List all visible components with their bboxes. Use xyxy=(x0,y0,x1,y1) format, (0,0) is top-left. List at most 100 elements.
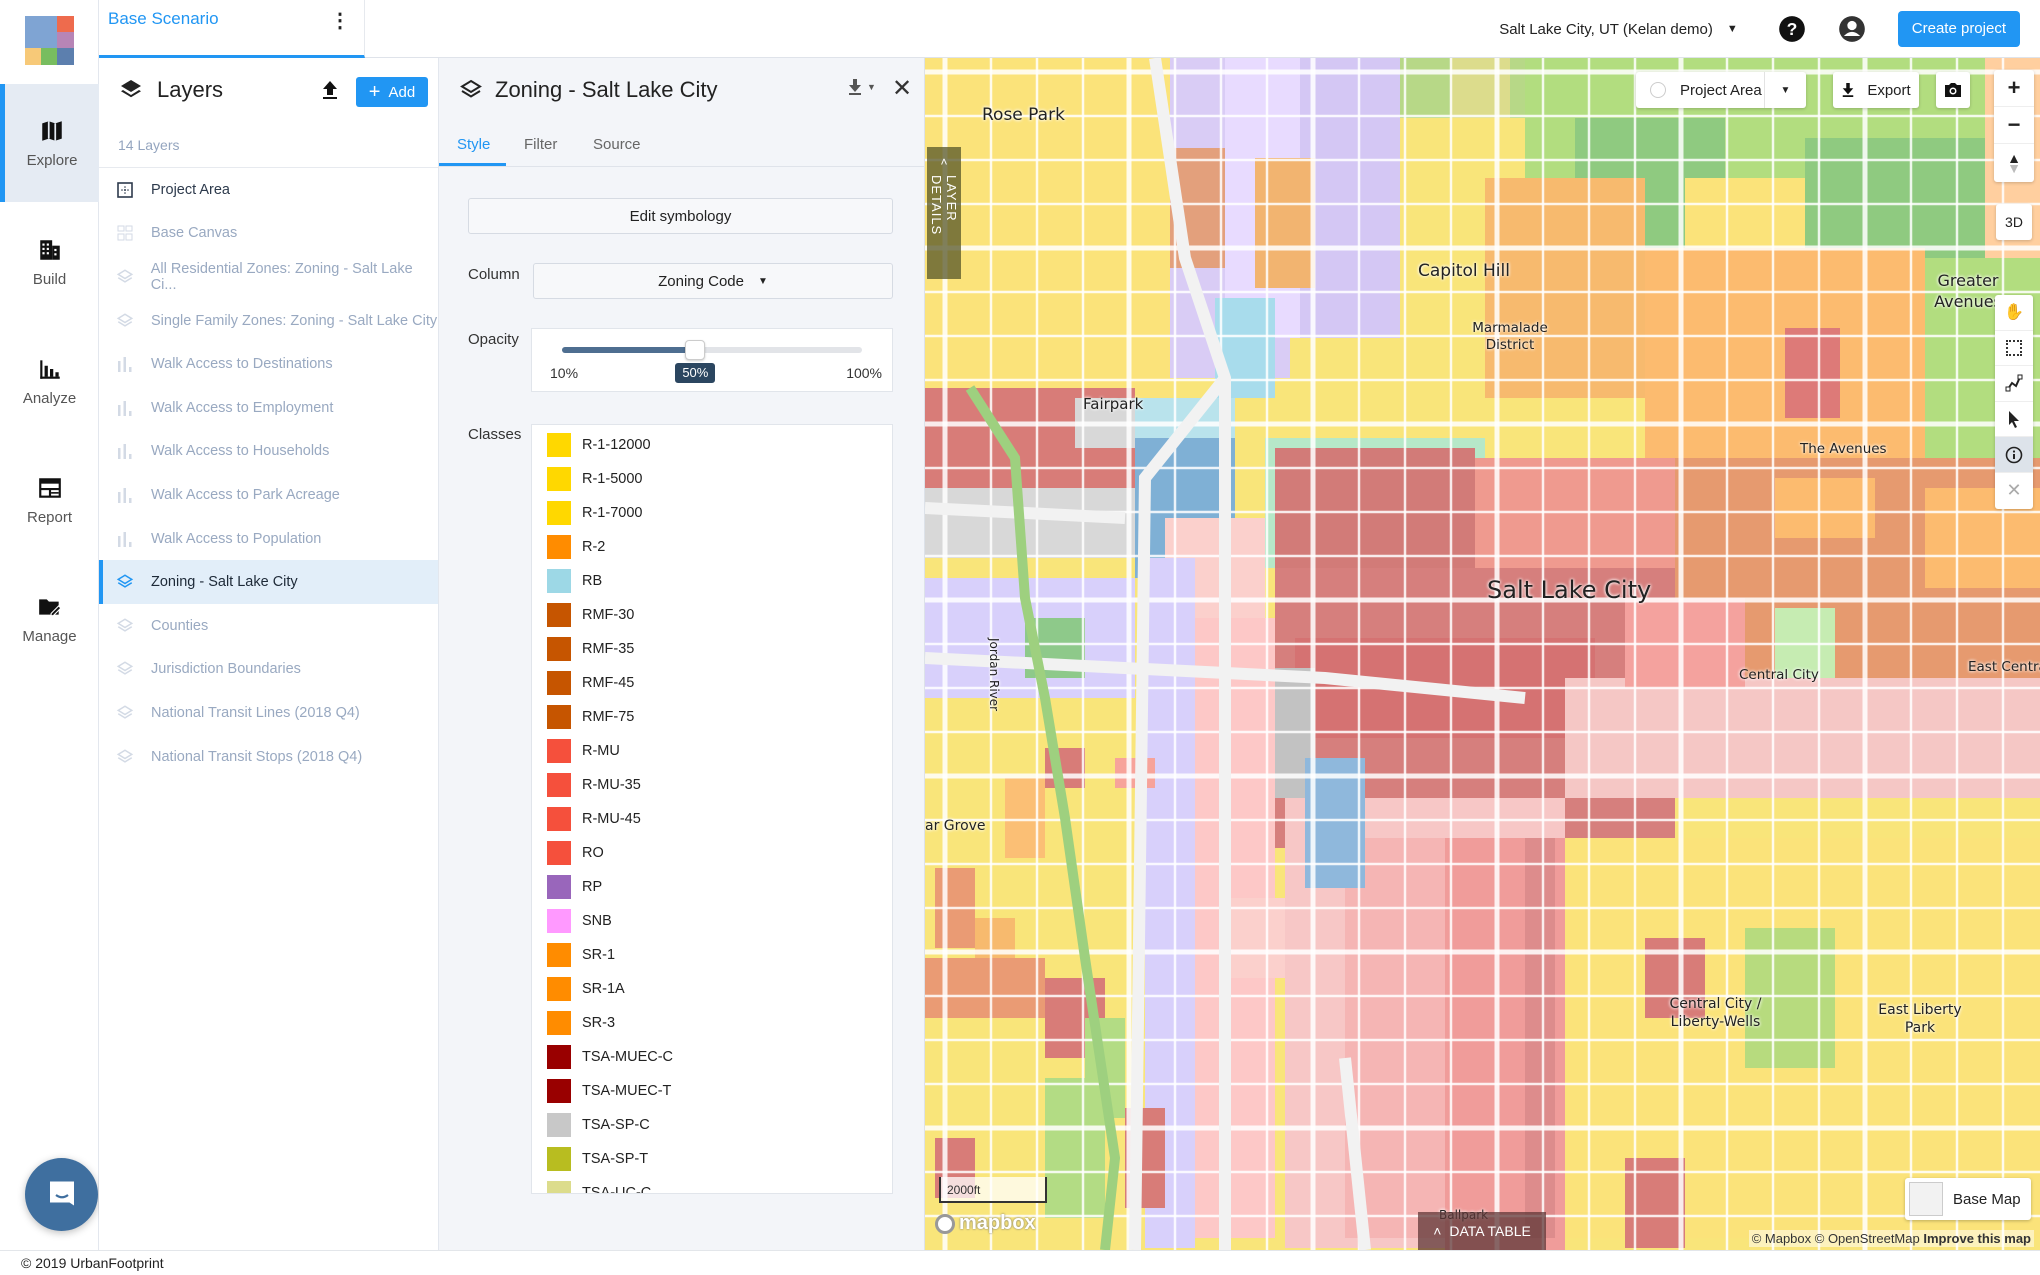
zoning-parcel[interactable] xyxy=(1225,898,1285,978)
zoom-in-button[interactable]: + xyxy=(1994,70,2034,107)
attribution-text[interactable]: © Mapbox © OpenStreetMap xyxy=(1752,1231,1920,1246)
zoning-map-canvas[interactable] xyxy=(925,58,2040,1250)
layer-item[interactable]: Walk Access to Employment xyxy=(99,386,438,430)
base-map-button[interactable]: Base Map xyxy=(1905,1178,2031,1220)
pan-tool-button[interactable]: ✋ xyxy=(1995,295,2033,331)
zoning-parcel[interactable] xyxy=(1255,158,1315,288)
nav-label: Manage xyxy=(22,627,77,645)
map-label: Central City / Liberty-Wells xyxy=(1669,996,1762,1030)
legend-class-item: SR-3 xyxy=(532,1006,892,1040)
info-icon xyxy=(2005,446,2023,463)
zoning-parcel[interactable] xyxy=(1450,58,1510,118)
zoning-parcel[interactable] xyxy=(925,488,1135,558)
legend-class-item: RMF-45 xyxy=(532,666,892,700)
zoning-parcel[interactable] xyxy=(1805,138,1995,258)
layer-item[interactable]: Counties xyxy=(99,604,438,648)
scenario-tab[interactable]: Base Scenario ⋮ xyxy=(99,0,365,58)
zoning-parcel[interactable] xyxy=(1485,178,1645,398)
clear-selection-button[interactable]: ✕ xyxy=(1995,473,2033,509)
add-layer-button[interactable]: + Add xyxy=(356,77,428,107)
opacity-slider-track[interactable] xyxy=(562,340,862,360)
color-swatch xyxy=(547,467,571,491)
nav-report[interactable]: Report xyxy=(0,441,99,559)
map-view[interactable]: ˄ LAYER DETAILS Rose Park Capitol Hill M… xyxy=(925,58,2040,1250)
more-options-icon[interactable]: ⋮ xyxy=(330,8,350,33)
close-icon[interactable]: ✕ xyxy=(892,74,912,103)
layer-item[interactable]: All Residential Zones: Zoning - Salt Lak… xyxy=(99,255,438,299)
chat-launcher-button[interactable] xyxy=(25,1158,98,1231)
classes-legend[interactable]: R-1-12000 R-1-5000 R-1-7000 R-2 RB RMF-30 RMF-… xyxy=(531,424,893,1194)
base-map-thumbnail xyxy=(1909,1182,1943,1216)
legend-class-item: R-1-12000 xyxy=(532,428,892,462)
zoom-out-button[interactable]: − xyxy=(1994,107,2034,144)
pointer-tool-button[interactable] xyxy=(1995,402,2033,438)
color-swatch xyxy=(547,671,571,695)
export-label: Export xyxy=(1867,81,1911,99)
project-area-button[interactable]: Project Area ▼ xyxy=(1636,72,1806,108)
nav-manage[interactable]: Manage xyxy=(0,560,99,678)
layer-item[interactable]: Walk Access to Park Acreage xyxy=(99,473,438,517)
upload-icon[interactable] xyxy=(320,79,340,101)
color-swatch xyxy=(547,1079,571,1103)
layers-title: Layers xyxy=(157,77,224,102)
layer-item[interactable]: Jurisdiction Boundaries xyxy=(99,648,438,692)
export-button[interactable]: Export xyxy=(1833,72,1919,108)
help-icon[interactable]: ? xyxy=(1778,15,1806,43)
location-selector[interactable]: Salt Lake City, UT (Kelan demo) ▼ xyxy=(1499,21,1738,38)
layer-item[interactable]: Project Area xyxy=(99,168,438,212)
layer-item[interactable]: Walk Access to Households xyxy=(99,430,438,474)
screenshot-button[interactable] xyxy=(1936,72,1970,108)
account-icon[interactable] xyxy=(1838,15,1866,43)
caret-down-icon[interactable]: ▼ xyxy=(1764,72,1806,108)
create-project-button[interactable]: Create project xyxy=(1897,11,2020,47)
layer-item[interactable]: Base Canvas xyxy=(99,212,438,256)
data-table-toggle[interactable]: ˄ DATA TABLE xyxy=(1418,1212,1546,1250)
3d-toggle-button[interactable]: 3D xyxy=(1996,204,2032,240)
color-swatch xyxy=(547,1147,571,1171)
layer-item[interactable]: National Transit Lines (2018 Q4) xyxy=(99,691,438,735)
zoning-parcel[interactable] xyxy=(1005,778,1045,858)
nav-explore[interactable]: Explore xyxy=(0,84,99,202)
report-icon xyxy=(38,477,61,498)
legend-class-item: R-MU xyxy=(532,734,892,768)
layer-details-toggle[interactable]: ˄ LAYER DETAILS xyxy=(927,147,961,279)
color-swatch xyxy=(547,977,571,1001)
layer-item[interactable]: Walk Access to Destinations xyxy=(99,342,438,386)
edit-symbology-button[interactable]: Edit symbology xyxy=(468,198,893,234)
info-tool-button[interactable] xyxy=(1995,437,2033,473)
column-select[interactable]: Zoning Code ▼ xyxy=(533,263,893,299)
zoning-parcel[interactable] xyxy=(1785,328,1840,418)
polygon-select-button[interactable] xyxy=(1995,366,2033,402)
svg-text:?: ? xyxy=(1786,19,1797,39)
tab-filter[interactable]: Filter xyxy=(524,136,557,153)
legend-class-item: R-MU-45 xyxy=(532,802,892,836)
legend-class-item: TSA-UC-C xyxy=(532,1176,892,1193)
layer-item-label: All Residential Zones: Zoning - Salt Lak… xyxy=(150,260,413,293)
layer-count: 14 Layers xyxy=(118,137,180,153)
opacity-slider-thumb[interactable] xyxy=(685,340,706,360)
tab-source[interactable]: Source xyxy=(593,136,641,153)
layer-item-label: Counties xyxy=(151,617,209,634)
download-dropdown[interactable]: ▼ xyxy=(847,78,876,96)
layers-outline-icon xyxy=(460,79,482,98)
layer-item[interactable]: Single Family Zones: Zoning - Salt Lake … xyxy=(99,299,438,343)
class-label: RMF-30 xyxy=(582,607,635,623)
zoning-parcel[interactable] xyxy=(1775,478,1875,538)
layer-item[interactable]: Zoning - Salt Lake City xyxy=(99,560,438,604)
nav-analyze[interactable]: Analyze xyxy=(0,322,99,440)
urbanfootprint-logo[interactable] xyxy=(25,16,74,65)
zoning-parcel[interactable] xyxy=(1115,758,1155,788)
improve-map-link[interactable]: Improve this map xyxy=(1923,1231,2031,1246)
tab-style[interactable]: Style xyxy=(457,136,490,153)
zoning-parcel[interactable] xyxy=(1045,1078,1105,1218)
layer-item[interactable]: Walk Access to Population xyxy=(99,517,438,561)
layer-item[interactable]: National Transit Stops (2018 Q4) xyxy=(99,735,438,779)
mapbox-logo[interactable]: mapbox xyxy=(935,1212,1036,1235)
zoning-parcel[interactable] xyxy=(1525,838,1555,1238)
color-swatch xyxy=(547,1011,571,1035)
map-attribution: © Mapbox © OpenStreetMap Improve this ma… xyxy=(1748,1230,2034,1247)
compass-button[interactable]: ▲ ▼ xyxy=(1994,144,2034,181)
download-icon xyxy=(849,79,861,95)
nav-build[interactable]: Build xyxy=(0,203,99,321)
box-select-button[interactable] xyxy=(1995,331,2033,367)
